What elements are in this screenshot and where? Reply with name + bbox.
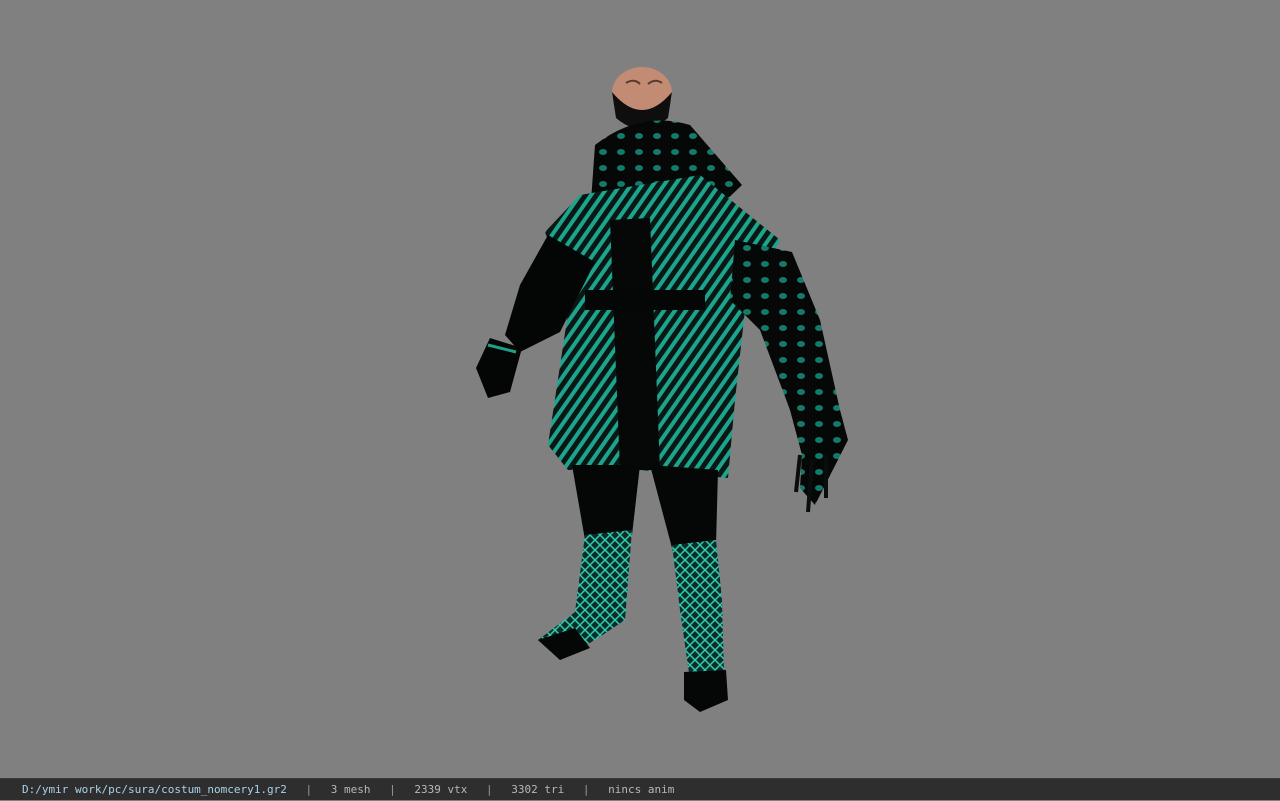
torso	[545, 175, 780, 478]
head	[612, 67, 672, 129]
separator: |	[389, 783, 396, 796]
separator: |	[305, 783, 313, 796]
status-bar: D:/ymir work/pc/sura/costum_nomcery1.gr2…	[0, 778, 1280, 800]
right-arm	[730, 240, 848, 513]
character-model	[476, 67, 848, 712]
boots	[538, 530, 728, 712]
file-path: D:/ymir work/pc/sura/costum_nomcery1.gr2	[22, 783, 287, 796]
animation-status: nincs anim	[608, 783, 675, 796]
triangle-count: 3302 tri	[511, 783, 565, 796]
separator: |	[582, 783, 590, 796]
mesh-count: 3 mesh	[330, 783, 371, 796]
separator: |	[486, 783, 493, 796]
vertex-count: 2339 vtx	[414, 783, 468, 796]
3d-viewport[interactable]	[0, 0, 1280, 778]
